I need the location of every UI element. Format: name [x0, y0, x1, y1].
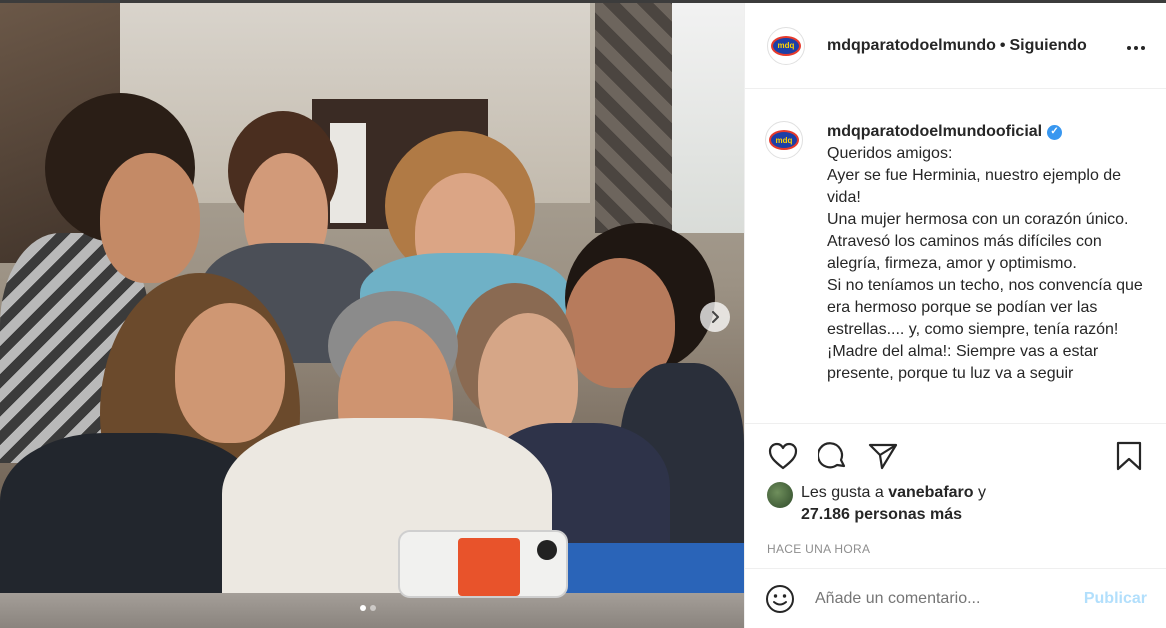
send-icon[interactable]	[865, 438, 901, 474]
post-frame: mdq mdqparatodoelmundo • Siguiendo mdq m…	[0, 0, 1166, 628]
likes-count[interactable]: 27.186 personas más	[801, 506, 962, 523]
brand-logo: mdq	[769, 130, 799, 150]
liker-username[interactable]: vanebafaro	[888, 484, 973, 501]
brand-logo: mdq	[771, 35, 801, 56]
post-photo[interactable]	[0, 3, 744, 628]
likes-connector: y	[978, 484, 987, 501]
post-timestamp[interactable]: HACE UNA HORA	[745, 526, 1166, 556]
carousel-dot[interactable]	[360, 605, 366, 611]
post-actions-section: Les gusta a vanebafaro y 27.186 personas…	[745, 423, 1166, 556]
caption-username[interactable]: mdqparatodoelmundooficial	[827, 121, 1042, 143]
action-bar	[745, 424, 1166, 474]
comment-input[interactable]	[815, 589, 1065, 608]
verified-badge-icon: ✓	[1047, 124, 1063, 140]
smiley-icon[interactable]	[765, 584, 795, 614]
chevron-right-icon	[709, 307, 721, 328]
more-horizontal-icon[interactable]	[1126, 34, 1146, 57]
likes-summary: Les gusta a vanebafaro y 27.186 personas…	[745, 474, 1166, 526]
comment-icon[interactable]	[815, 438, 851, 474]
post-comment-button[interactable]: Publicar	[1084, 590, 1147, 608]
liker-avatar[interactable]	[767, 482, 793, 508]
post-caption: mdq mdqparatodoelmundooficial ✓ Queridos…	[765, 109, 1145, 419]
post-side-panel: mdq mdqparatodoelmundo • Siguiendo mdq m…	[744, 3, 1166, 628]
header-username[interactable]: mdqparatodoelmundo	[827, 37, 996, 55]
post-header: mdq mdqparatodoelmundo • Siguiendo	[745, 3, 1166, 89]
avatar[interactable]: mdq	[767, 26, 805, 65]
follow-status-button[interactable]: Siguiendo	[1010, 37, 1087, 55]
header-separator: •	[999, 36, 1006, 54]
carousel-next-button[interactable]	[700, 302, 730, 332]
caption-text: Queridos amigos: Ayer se fue Herminia, n…	[827, 145, 1143, 382]
bookmark-icon[interactable]	[1111, 438, 1147, 474]
carousel-dots	[360, 605, 376, 611]
heart-icon[interactable]	[765, 438, 801, 474]
comment-bar: Publicar	[745, 568, 1166, 628]
carousel-dot[interactable]	[370, 605, 376, 611]
likes-prefix: Les gusta a	[801, 484, 884, 501]
avatar[interactable]: mdq	[765, 121, 803, 159]
